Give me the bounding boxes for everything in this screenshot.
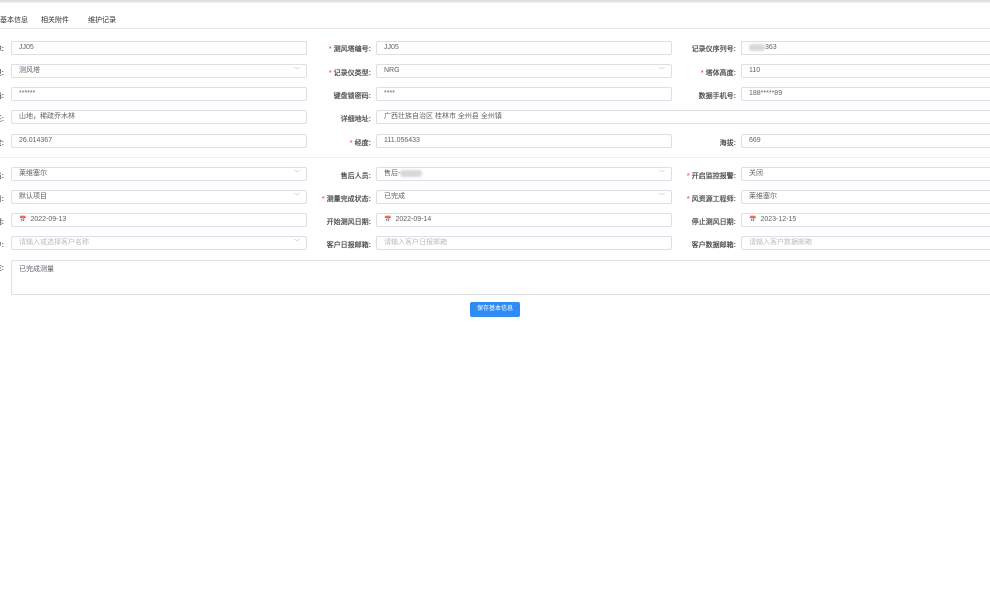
label-name: 称:	[0, 46, 4, 53]
keypad-lock-input[interactable]: ****	[376, 87, 672, 101]
calendar-icon: 📅	[19, 217, 27, 223]
tab-bar: 基本信息 相关附件 维护记录	[0, 12, 990, 29]
project-select[interactable]: 默认项目 ﹀	[11, 190, 307, 204]
tab-maintenance[interactable]: 维护记录	[88, 15, 116, 25]
chevron-down-icon: ﹀	[658, 171, 665, 177]
save-basic-info-button[interactable]: 保存基本信息	[470, 302, 520, 317]
label-project: 目:	[0, 196, 4, 203]
stop-date-picker[interactable]: 📅 2023-12-15	[741, 213, 990, 227]
redacted-blur	[749, 43, 765, 51]
label-type: 型:	[0, 70, 4, 77]
tab-attachments[interactable]: 相关附件	[41, 15, 69, 25]
daily-email-input[interactable]: 请输入客户日报邮箱	[376, 236, 672, 250]
calendar-icon: 📅	[749, 217, 757, 223]
customer-select[interactable]: 请输入或选择客户名称 ﹀	[11, 236, 307, 250]
label-measure-status: * 测量完成状态:	[321, 196, 371, 203]
start-date-picker[interactable]: 📅 2022-09-14	[376, 213, 672, 227]
wind-engineer-select[interactable]: 莱维塞尔	[741, 190, 990, 204]
label-latitude: 度:	[0, 140, 4, 147]
chevron-down-icon: ﹀	[293, 68, 300, 74]
chevron-down-icon: ﹀	[293, 194, 300, 200]
terrain-input[interactable]: 山地，稀疏乔木林	[11, 110, 307, 124]
type-select[interactable]: 测风塔 ﹀	[11, 64, 307, 78]
window-top-shadow	[0, 0, 990, 3]
chevron-down-icon: ﹀	[293, 240, 300, 246]
install-date-picker[interactable]: 📅 2022-09-13	[11, 213, 307, 227]
label-password: 码:	[0, 93, 4, 100]
label-remark: 注:	[0, 265, 4, 272]
label-keypad-lock: 键盘锁密码:	[333, 93, 371, 100]
label-logger-type: * 记录仪类型:	[328, 70, 371, 77]
label-staff: 员:	[0, 173, 4, 180]
chevron-down-icon: ﹀	[658, 68, 665, 74]
label-data-email: 客户数据邮箱:	[691, 242, 736, 249]
calendar-icon: 📅	[384, 217, 392, 223]
label-tower-code: * 测风塔编号:	[328, 46, 371, 53]
label-logger-serial: 记录仪序列号:	[691, 46, 736, 53]
label-wind-engineer: * 风资源工程师:	[686, 196, 736, 203]
label-after-sales: 售后人员:	[340, 173, 371, 180]
label-start-date: 开始测风日期:	[326, 219, 371, 226]
latitude-input[interactable]: 26.014367	[11, 134, 307, 148]
after-sales-select[interactable]: 售后- ﹀	[376, 167, 672, 181]
logger-serial-input[interactable]: 363	[741, 41, 990, 55]
redacted-blur	[400, 169, 423, 177]
label-longitude: * 经度:	[349, 140, 371, 147]
remark-textarea[interactable]: 已完成测量	[11, 260, 990, 295]
tower-code-input[interactable]: JJ05	[376, 41, 672, 55]
address-input[interactable]: 广西壮族自治区 桂林市 全州县 全州镇	[376, 110, 990, 124]
label-tower-height: * 塔体高度:	[700, 70, 736, 77]
label-stop-date: 停止测风日期:	[691, 219, 736, 226]
label-monitor-alarm: * 开启监控报警:	[686, 173, 736, 180]
data-email-input[interactable]: 请输入客户数据邮箱	[741, 236, 990, 250]
longitude-input[interactable]: 111.056433	[376, 134, 672, 148]
tower-height-input[interactable]: 110	[741, 64, 990, 78]
logger-type-select[interactable]: NRG ﹀	[376, 64, 672, 78]
name-input[interactable]: JJ05	[11, 41, 307, 55]
monitor-alarm-select[interactable]: 关闭	[741, 167, 990, 181]
chevron-down-icon: ﹀	[658, 194, 665, 200]
measure-status-select[interactable]: 已完成 ﹀	[376, 190, 672, 204]
label-address: 详细地址:	[340, 116, 371, 123]
password-input[interactable]: ******	[11, 87, 307, 101]
label-daily-email: 客户日报邮箱:	[326, 242, 371, 249]
altitude-input[interactable]: 669	[741, 134, 990, 148]
label-altitude: 海拔:	[719, 140, 736, 147]
chevron-down-icon: ﹀	[293, 171, 300, 177]
tab-basic-info[interactable]: 基本信息	[0, 15, 28, 25]
data-phone-input[interactable]: 188*****89	[741, 87, 990, 101]
label-install-date: 期:	[0, 219, 4, 226]
label-customer: 户:	[0, 242, 4, 249]
section-divider	[0, 157, 990, 158]
label-terrain: 征:	[0, 116, 4, 123]
label-data-phone: 数据手机号:	[698, 93, 736, 100]
staff-select[interactable]: 莱维塞尔 ﹀	[11, 167, 307, 181]
